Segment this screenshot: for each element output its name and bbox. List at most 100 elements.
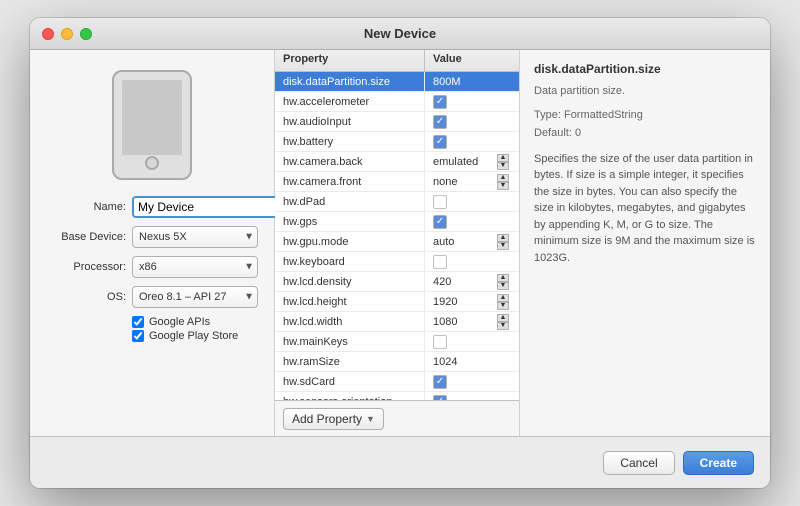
os-select[interactable]: Oreo 8.1 – API 27 (132, 286, 258, 308)
cell-property: hw.lcd.height (275, 292, 425, 311)
stepper-wrap: 1080▲▼ (433, 314, 511, 330)
table-row[interactable]: hw.accelerometer ✓ (275, 92, 519, 112)
cell-value: ✓ (425, 212, 519, 231)
table-row[interactable]: hw.dPad (275, 192, 519, 212)
table-row[interactable]: hw.camera.backemulated▲▼ (275, 152, 519, 172)
os-field-row: OS: Oreo 8.1 – API 27 ▼ (46, 286, 258, 308)
cell-value: auto▲▼ (425, 232, 519, 251)
device-home-button (145, 156, 159, 170)
cell-property: hw.keyboard (275, 252, 425, 271)
cell-property: hw.ramSize (275, 352, 425, 371)
base-device-label: Base Device: (46, 231, 126, 243)
stepper-down-button[interactable]: ▼ (497, 162, 509, 170)
stepper-down-button[interactable]: ▼ (497, 182, 509, 190)
stepper-down-button[interactable]: ▼ (497, 282, 509, 290)
stepper-up-button[interactable]: ▲ (497, 174, 509, 182)
cell-value (425, 192, 519, 211)
stepper-wrap: auto▲▼ (433, 234, 511, 250)
cell-value: emulated▲▼ (425, 152, 519, 171)
table-row[interactable]: hw.lcd.density420▲▼ (275, 272, 519, 292)
stepper-down-button[interactable]: ▼ (497, 322, 509, 330)
checkbox-unchecked-icon[interactable] (433, 195, 447, 209)
minimize-button[interactable] (61, 28, 73, 40)
main-window: New Device Name: Base Device: Nexus 5X (30, 18, 770, 488)
detail-empty-label: Data partition size. (534, 84, 756, 99)
cell-value: ✓ (425, 92, 519, 111)
right-panel: disk.dataPartition.size Data partition s… (520, 50, 770, 436)
name-input[interactable] (132, 196, 299, 218)
traffic-lights (42, 28, 92, 40)
google-play-row: Google Play Store (132, 330, 258, 342)
stepper-value: 1920 (433, 296, 495, 308)
stepper-buttons: ▲▼ (497, 174, 509, 190)
add-property-button[interactable]: Add Property ▼ (283, 408, 384, 430)
stepper-up-button[interactable]: ▲ (497, 154, 509, 162)
stepper-up-button[interactable]: ▲ (497, 294, 509, 302)
google-apis-checkbox[interactable] (132, 316, 144, 328)
table-row[interactable]: hw.sdCard✓ (275, 372, 519, 392)
cell-property: hw.mainKeys (275, 332, 425, 351)
checkbox-checked-icon[interactable]: ✓ (433, 135, 447, 149)
table-row[interactable]: hw.audioInput✓ (275, 112, 519, 132)
cell-property: hw.camera.back (275, 152, 425, 171)
table-row[interactable]: hw.gps✓ (275, 212, 519, 232)
cell-value: 420▲▼ (425, 272, 519, 291)
stepper-buttons: ▲▼ (497, 234, 509, 250)
stepper-up-button[interactable]: ▲ (497, 314, 509, 322)
titlebar: New Device (30, 18, 770, 50)
table-row[interactable]: hw.mainKeys (275, 332, 519, 352)
table-row[interactable]: hw.camera.front none▲▼ (275, 172, 519, 192)
cell-value: 1920▲▼ (425, 292, 519, 311)
google-apis-row: Google APIs (132, 316, 258, 328)
bottom-bar: Cancel Create (30, 436, 770, 488)
table-row[interactable]: hw.ramSize1024 (275, 352, 519, 372)
table-body: disk.dataPartition.size800Mhw.accelerome… (275, 72, 519, 400)
checkboxes-area: Google APIs Google Play Store (46, 316, 258, 344)
table-row[interactable]: hw.lcd.width1080▲▼ (275, 312, 519, 332)
base-device-select[interactable]: Nexus 5X (132, 226, 258, 248)
default-value: 0 (575, 127, 581, 139)
create-button[interactable]: Create (683, 451, 754, 475)
processor-field-row: Processor: x86 ▼ (46, 256, 258, 278)
maximize-button[interactable] (80, 28, 92, 40)
table-row[interactable]: hw.lcd.height1920▲▼ (275, 292, 519, 312)
stepper-buttons: ▲▼ (497, 154, 509, 170)
cell-property: hw.lcd.density (275, 272, 425, 291)
cell-property: hw.camera.front (275, 172, 425, 191)
stepper-up-button[interactable]: ▲ (497, 234, 509, 242)
close-button[interactable] (42, 28, 54, 40)
stepper-value: none (433, 176, 495, 188)
processor-select[interactable]: x86 (132, 256, 258, 278)
checkbox-unchecked-icon[interactable] (433, 255, 447, 269)
cell-value: ✓ (425, 372, 519, 391)
cancel-button[interactable]: Cancel (603, 451, 674, 475)
device-screen (122, 80, 182, 155)
cell-property: disk.dataPartition.size (275, 72, 425, 91)
content-area: Name: Base Device: Nexus 5X ▼ Processor: (30, 50, 770, 436)
stepper-down-button[interactable]: ▼ (497, 302, 509, 310)
type-value: FormattedString (564, 109, 643, 121)
stepper-down-button[interactable]: ▼ (497, 242, 509, 250)
cell-property: hw.accelerometer (275, 92, 425, 111)
checkbox-unchecked-icon[interactable] (433, 335, 447, 349)
stepper-value: 420 (433, 276, 495, 288)
os-label: OS: (46, 291, 126, 303)
add-property-label: Add Property (292, 412, 362, 426)
checkbox-checked-icon[interactable]: ✓ (433, 215, 447, 229)
stepper-wrap: none▲▼ (433, 174, 511, 190)
checkbox-checked-icon[interactable]: ✓ (433, 375, 447, 389)
table-row[interactable]: hw.battery✓ (275, 132, 519, 152)
checkbox-checked-icon[interactable]: ✓ (433, 95, 447, 109)
middle-panel: Property Value disk.dataPartition.size80… (275, 50, 520, 436)
processor-label: Processor: (46, 261, 126, 273)
default-label: Default: (534, 127, 572, 139)
stepper-up-button[interactable]: ▲ (497, 274, 509, 282)
table-row[interactable]: hw.keyboard (275, 252, 519, 272)
table-row[interactable]: hw.sensors.orientation✓ (275, 392, 519, 400)
cell-value: 1080▲▼ (425, 312, 519, 331)
google-apis-label: Google APIs (149, 316, 210, 328)
table-row[interactable]: hw.gpu.modeauto▲▼ (275, 232, 519, 252)
table-row[interactable]: disk.dataPartition.size800M (275, 72, 519, 92)
google-play-checkbox[interactable] (132, 330, 144, 342)
checkbox-checked-icon[interactable]: ✓ (433, 115, 447, 129)
